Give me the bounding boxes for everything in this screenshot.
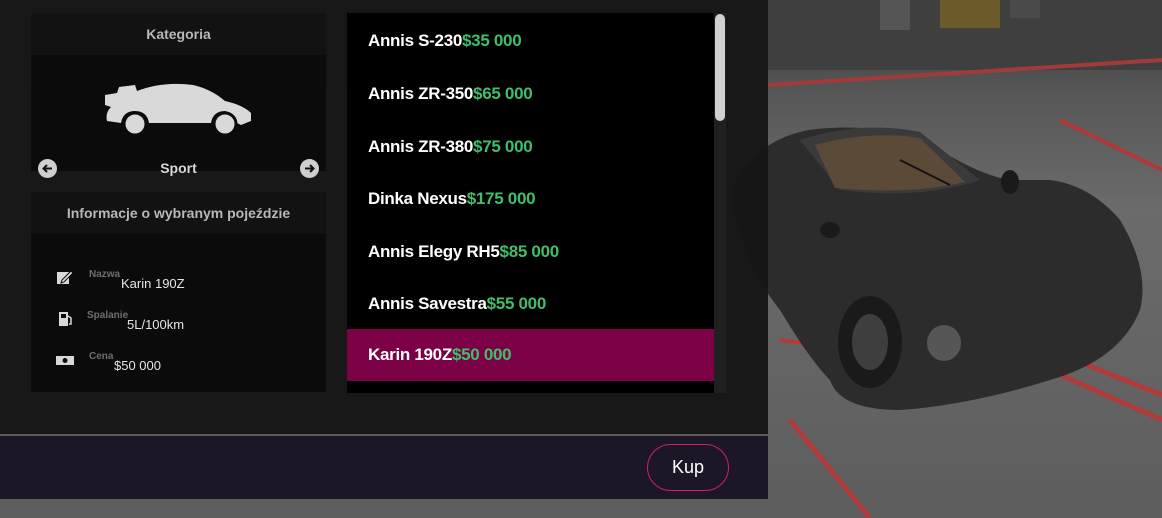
- vehicle-preview: [730, 127, 1143, 410]
- vehicle-item[interactable]: Dinka Nexus$175 000: [347, 173, 714, 225]
- vehicle-name: Annis Savestra: [368, 294, 487, 313]
- sports-car-icon: [105, 83, 251, 137]
- vehicle-item[interactable]: Annis Savestra$55 000: [347, 278, 714, 330]
- vehicle-price: $55 000: [486, 294, 547, 313]
- vehicle-price: $50 000: [451, 345, 512, 364]
- vehicle-item[interactable]: Annis Elegy RH5$85 000: [347, 226, 714, 278]
- vehicle-item-selected[interactable]: Karin 190Z$50 000: [347, 329, 714, 381]
- vehicle-price: $35 000: [462, 31, 522, 50]
- arrow-left-icon: [42, 164, 52, 173]
- vehicle-name: Annis ZR-350: [368, 84, 474, 103]
- info-value-name: Karin 190Z: [121, 276, 185, 291]
- category-box: Kategoria Sport: [31, 13, 326, 178]
- vehicle-list-scroll-thumb[interactable]: [715, 14, 725, 121]
- info-value-price: $50 000: [114, 358, 161, 373]
- vehicle-price: $85 000: [499, 242, 560, 261]
- vehicle-name: Karin 190Z: [368, 345, 452, 364]
- info-value-fuel: 5L/100km: [127, 317, 185, 332]
- vehicle-info-title: Informacje o wybranym pojeździe: [31, 192, 326, 234]
- vehicle-item[interactable]: Annis S-230$35 000: [347, 15, 714, 67]
- vehicle-price: $75 000: [473, 137, 533, 156]
- buy-button[interactable]: Kup: [647, 444, 729, 491]
- category-selector: Sport: [31, 151, 326, 185]
- vehicle-item[interactable]: Annis ZR-350$65 000: [347, 68, 714, 120]
- vehicle-name: Annis ZR-380: [368, 137, 474, 156]
- edit-icon: [57, 270, 74, 284]
- category-title: Kategoria: [31, 13, 326, 55]
- vehicle-info-box: Informacje o wybranym pojeździe Nazwa Ka…: [31, 192, 326, 392]
- info-label-name: Nazwa: [89, 269, 121, 280]
- vehicle-price: $175 000: [466, 189, 536, 208]
- vehicle-item[interactable]: Annis ZR-380$75 000: [347, 121, 714, 173]
- vehicle-name: Annis Elegy RH5: [368, 242, 500, 261]
- vehicle-name: Dinka Nexus: [368, 189, 467, 208]
- info-label-price: Cena: [89, 351, 114, 362]
- vehicle-price: $65 000: [473, 84, 533, 103]
- banknote-icon: [56, 356, 74, 365]
- category-prev-button[interactable]: [38, 159, 57, 178]
- category-current: Sport: [160, 160, 197, 176]
- vehicle-name: Annis S-230: [368, 31, 463, 50]
- fuel-pump-icon: [59, 312, 72, 326]
- info-label-fuel: Spalanie: [87, 310, 129, 321]
- arrow-right-icon: [305, 164, 315, 173]
- category-next-button[interactable]: [300, 159, 319, 178]
- vehicle-list: Annis S-230$35 000 Annis ZR-350$65 000 A…: [347, 13, 714, 393]
